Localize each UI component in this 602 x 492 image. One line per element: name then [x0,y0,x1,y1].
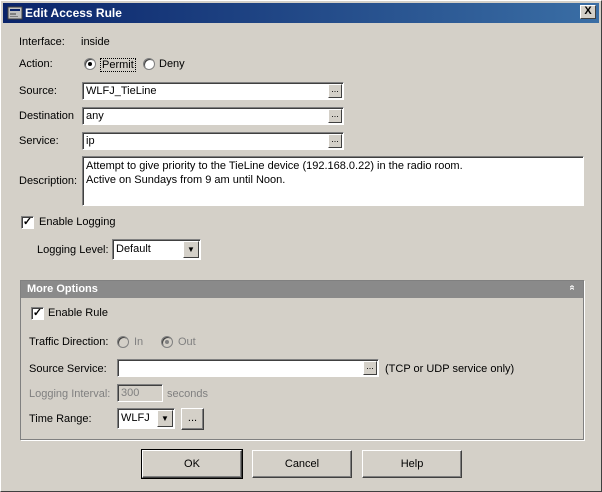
time-range-browse-button[interactable]: ... [181,408,204,430]
source-service-label: Source Service: [29,363,107,375]
description-label: Description: [19,175,78,187]
more-options-title: More Options [27,283,98,295]
logging-level-label: Logging Level: [37,244,109,256]
more-options-header[interactable]: More Options « [21,281,583,298]
direction-out-label: Out [178,336,196,348]
permit-label[interactable]: Permit [100,58,136,72]
logging-level-value: Default [116,243,151,255]
direction-in-radio[interactable] [117,336,129,348]
action-label: Action: [19,58,53,70]
logging-interval-unit: seconds [167,388,208,400]
logging-interval-field[interactable]: 300 [117,384,163,402]
destination-field[interactable]: any [82,107,344,125]
source-label: Source: [19,85,57,97]
service-browse-button[interactable]: ... [328,134,342,148]
help-button[interactable]: Help [362,450,462,478]
direction-out-radio[interactable] [161,336,173,348]
cancel-button[interactable]: Cancel [252,450,352,478]
close-button[interactable]: X [580,5,596,19]
dialog-title: Edit Access Rule [25,6,122,20]
enable-logging-label[interactable]: Enable Logging [39,216,115,228]
destination-label: Destination [19,110,75,122]
source-service-browse-button[interactable]: ... [363,361,377,375]
time-range-value: WLFJ [121,412,150,424]
service-label: Service: [19,135,59,147]
interface-label: Interface: [19,36,65,48]
edit-access-rule-dialog: Edit Access Rule X Interface: inside Act… [0,0,602,492]
chevron-down-icon[interactable]: ▼ [183,241,199,258]
source-service-field[interactable] [117,359,379,377]
source-browse-button[interactable]: ... [328,84,342,98]
enable-rule-label[interactable]: Enable Rule [48,307,108,319]
logging-interval-label: Logging Interval: [29,388,111,400]
time-range-label: Time Range: [29,413,92,425]
source-service-hint: (TCP or UDP service only) [385,363,515,375]
description-textarea[interactable]: Attempt to give priority to the TieLine … [82,156,584,206]
description-line-1: Attempt to give priority to the TieLine … [86,160,463,172]
deny-label[interactable]: Deny [159,58,185,70]
more-options-panel: More Options « ✓ Enable Rule Traffic Dir… [20,280,584,440]
direction-in-label: In [134,336,144,348]
logging-level-select[interactable]: Default ▼ [112,239,201,260]
title-bar[interactable]: Edit Access Rule X [3,3,599,23]
source-field[interactable]: WLFJ_TieLine [82,82,344,100]
enable-rule-checkbox[interactable]: ✓ [31,307,44,320]
traffic-direction-label: Traffic Direction: [29,336,109,348]
app-icon [7,6,23,20]
permit-radio[interactable] [84,58,96,70]
service-field[interactable]: ip [82,132,344,150]
ok-button[interactable]: OK [141,449,243,479]
time-range-select[interactable]: WLFJ ▼ [117,408,175,429]
interface-value: inside [81,36,110,48]
enable-logging-checkbox[interactable]: ✓ [21,216,34,229]
deny-radio[interactable] [143,58,155,70]
destination-browse-button[interactable]: ... [328,109,342,123]
collapse-icon[interactable]: « [567,285,578,291]
description-line-2: Active on Sundays from 9 am until Noon. [86,174,286,186]
chevron-down-icon[interactable]: ▼ [157,410,173,427]
